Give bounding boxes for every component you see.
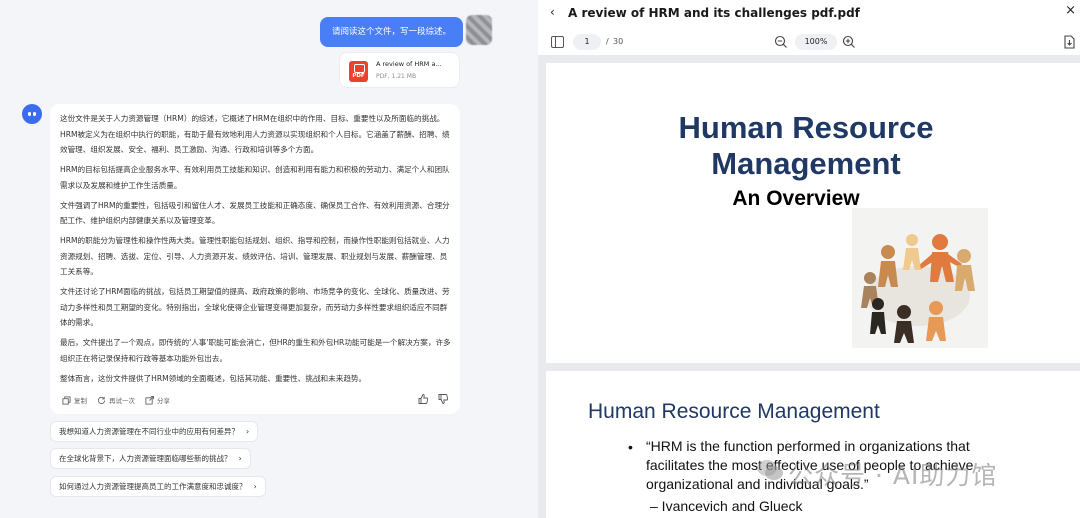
document-title: A review of HRM and its challenges pdf.p… <box>568 6 860 20</box>
watermark-text: 公众号 · AI助力馆 <box>788 461 998 490</box>
zoom-in-icon[interactable] <box>842 35 856 49</box>
attachment-card[interactable]: PDF A review of HRM a... PDF, 1.21 MB <box>339 52 460 88</box>
pdf-file-icon: PDF <box>349 61 368 82</box>
user-message: 请阅读这个文件，写一段综述。 <box>320 17 464 47</box>
page2-title: Human Resource Management <box>588 400 880 423</box>
wechat-watermark-icon <box>757 460 783 480</box>
attachment-name: A review of HRM a... <box>376 60 442 68</box>
slide-title-line1: Human Resource <box>678 110 934 145</box>
thumbs-up-icon[interactable] <box>418 394 428 404</box>
chat-panel: 请阅读这个文件，写一段综述。 PDF A review of HRM a... … <box>0 0 538 518</box>
chevron-right-icon: › <box>246 427 250 436</box>
attachment-meta: PDF, 1.21 MB <box>376 73 417 80</box>
retry-label: 再试一次 <box>109 397 135 405</box>
suggested-question[interactable]: 如何通过人力资源管理提高员工的工作满意度和忠诚度？ › <box>50 476 266 497</box>
close-icon[interactable]: × <box>1065 3 1076 18</box>
answer-paragraph: HRM的职能分为管理性和操作性两大类。管理性职能包括规划、组织、指导和控制，而操… <box>60 236 450 276</box>
answer-paragraph: 整体而言，这份文件提供了HRM领域的全面概述，包括其功能、重要性、挑战和未来趋势… <box>60 373 367 383</box>
suggested-question[interactable]: 我想知道人力资源管理在不同行业中的应用有何差异？ › <box>50 421 259 442</box>
sidebar-toggle-icon[interactable] <box>551 36 564 48</box>
copy-button[interactable]: 复制 <box>62 395 87 405</box>
page-total: 30 <box>613 37 624 46</box>
download-icon[interactable] <box>1062 35 1076 49</box>
page-number-input[interactable]: 1 <box>573 34 601 50</box>
pdf-pages-area[interactable]: Human Resource Management An Overview Hu… <box>538 55 1080 518</box>
suggested-question-text: 如何通过人力资源管理提高员工的工作满意度和忠诚度？ <box>59 482 247 491</box>
retry-button[interactable]: 再试一次 <box>97 395 135 405</box>
assistant-avatar-icon <box>22 104 42 124</box>
page-separator: / <box>606 37 609 46</box>
zoom-level[interactable]: 100% <box>795 34 837 50</box>
share-button[interactable]: 分享 <box>145 395 170 405</box>
suggested-question[interactable]: 在全球化背景下，人力资源管理面临哪些新的挑战？ › <box>50 448 251 469</box>
pdf-viewer: ‹ A review of HRM and its challenges pdf… <box>538 0 1080 518</box>
user-avatar <box>466 15 492 45</box>
assistant-answer: 这份文件是关于人力资源管理（HRM）的综述，它概述了HRM在组织中的作用、目标、… <box>50 104 460 414</box>
page2-author: – Ivancevich and Glueck <box>650 498 803 514</box>
copy-label: 复制 <box>74 397 87 405</box>
bullet-point: • <box>628 439 633 455</box>
slide-title-line2: Management <box>711 146 901 181</box>
refresh-icon <box>97 396 106 404</box>
chevron-right-icon: › <box>238 454 242 463</box>
paper-people-circle-image <box>852 208 988 348</box>
answer-paragraph: 最后，文件提出了一个观点，即传统的'人事'职能可能会消亡，但HR的重生和外包HR… <box>60 338 451 363</box>
answer-paragraph: HRM的目标包括提高企业服务水平、有效利用员工技能和知识、创造和利用有能力和积极… <box>60 165 450 190</box>
answer-paragraph: 文件强调了HRM的重要性，包括吸引和留住人才、发展员工技能和正确态度、确保员工合… <box>60 200 450 226</box>
answer-actions: 复制 再试一次 分享 <box>62 395 170 405</box>
answer-paragraph: 文件还讨论了HRM面临的挑战，包括员工期望值的提高、政府政策的影响、市场竞争的变… <box>60 287 450 327</box>
thumbs-down-icon[interactable] <box>438 394 448 404</box>
chevron-right-icon: › <box>253 482 257 491</box>
viewer-header: ‹ A review of HRM and its challenges pdf… <box>538 0 1080 28</box>
share-icon <box>145 395 154 405</box>
viewer-toolbar: 1 / 30 100% <box>538 30 1080 55</box>
suggested-question-text: 我想知道人力资源管理在不同行业中的应用有何差异？ <box>59 427 239 436</box>
answer-paragraph: 这份文件是关于人力资源管理（HRM）的综述，它概述了HRM在组织中的作用、目标、… <box>60 114 450 154</box>
suggested-question-text: 在全球化背景下，人力资源管理面临哪些新的挑战？ <box>59 454 232 463</box>
share-label: 分享 <box>157 397 170 405</box>
pdf-page-2: Human Resource Management • “HRM is the … <box>546 371 1080 518</box>
back-arrow-icon[interactable]: ‹ <box>550 5 555 19</box>
copy-icon <box>62 395 71 405</box>
pdf-page-1: Human Resource Management An Overview <box>546 63 1080 363</box>
zoom-out-icon[interactable] <box>774 35 788 49</box>
feedback-buttons <box>418 394 448 404</box>
